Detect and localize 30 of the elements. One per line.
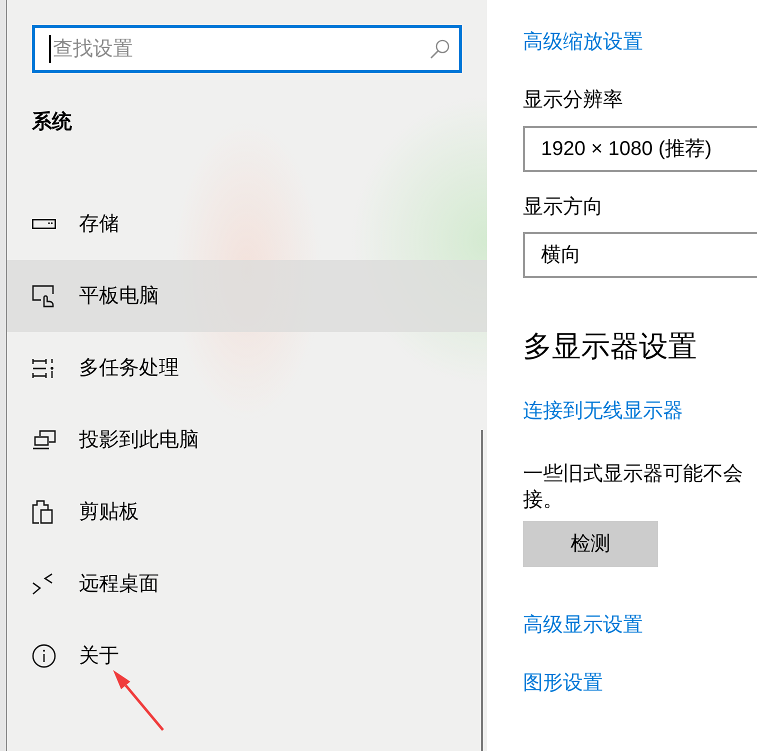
tablet-touch-icon xyxy=(32,284,56,308)
advanced-scaling-link[interactable]: 高级缩放设置 xyxy=(523,28,643,56)
info-icon xyxy=(32,644,56,668)
clipboard-icon xyxy=(32,500,54,524)
description-text: 一些旧式显示器可能不会 接。 xyxy=(523,462,743,513)
orientation-dropdown[interactable]: 横向 xyxy=(523,232,757,278)
resolution-dropdown[interactable]: 1920 × 1080 (推荐) xyxy=(523,126,757,172)
scrollbar-thumb[interactable] xyxy=(481,430,483,751)
settings-link[interactable]: 图形设置 xyxy=(523,669,603,697)
window-layout-icon xyxy=(32,358,54,378)
sidebar-item[interactable]: 多任务处理 xyxy=(7,332,487,404)
section-heading: 多显示器设置 xyxy=(523,330,697,365)
settings-link[interactable]: 高级显示设置 xyxy=(523,611,643,639)
text-cursor xyxy=(49,35,51,63)
sidebar-item[interactable]: 关于 xyxy=(7,620,487,692)
sidebar-item[interactable]: 远程桌面 xyxy=(7,548,487,620)
chevrons-icon xyxy=(32,573,53,595)
search-field[interactable]: 查找设置 xyxy=(32,25,462,73)
search-icon xyxy=(430,39,450,59)
sidebar-item[interactable]: 剪贴板 xyxy=(7,476,487,548)
drive-icon xyxy=(32,219,56,229)
detect-button[interactable]: 检测 xyxy=(523,521,658,567)
field-label: 显示分辨率 xyxy=(523,88,623,113)
sidebar-item[interactable]: 平板电脑 xyxy=(7,260,487,332)
section-title: 系统 xyxy=(32,110,72,135)
sidebar-item[interactable]: 投影到此电脑 xyxy=(7,404,487,476)
laptop-screen-icon xyxy=(32,430,56,450)
sidebar-item[interactable]: 存储 xyxy=(7,188,487,260)
field-label: 显示方向 xyxy=(523,195,603,220)
wireless-display-link[interactable]: 连接到无线显示器 xyxy=(523,397,683,425)
